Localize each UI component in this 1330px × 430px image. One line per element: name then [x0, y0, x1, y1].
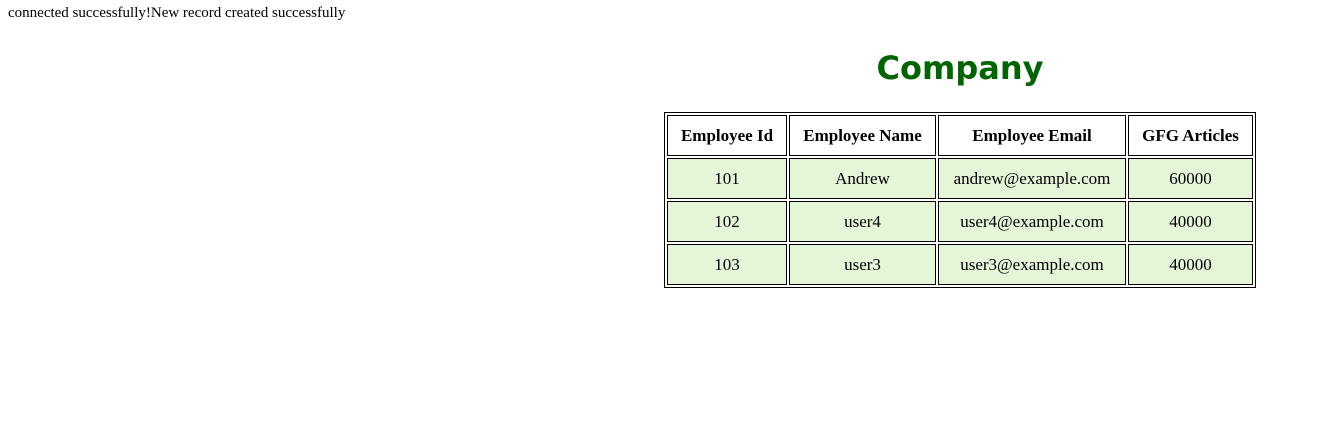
cell-employee-email: user4@example.com: [938, 201, 1126, 242]
table-row: 101 Andrew andrew@example.com 60000: [667, 158, 1253, 199]
page-title: Company: [876, 49, 1044, 87]
cell-employee-email: andrew@example.com: [938, 158, 1126, 199]
header-gfg-articles: GFG Articles: [1128, 115, 1253, 156]
cell-gfg-articles: 60000: [1128, 158, 1253, 199]
header-employee-email: Employee Email: [938, 115, 1126, 156]
status-message: connected successfully!New record create…: [8, 5, 346, 21]
header-employee-id: Employee Id: [667, 115, 787, 156]
employee-table: Employee Id Employee Name Employee Email…: [664, 112, 1256, 288]
cell-employee-name: Andrew: [789, 158, 936, 199]
cell-employee-id: 101: [667, 158, 787, 199]
cell-employee-id: 103: [667, 244, 787, 285]
cell-employee-name: user4: [789, 201, 936, 242]
table-header-row: Employee Id Employee Name Employee Email…: [667, 115, 1253, 156]
cell-employee-id: 102: [667, 201, 787, 242]
cell-employee-email: user3@example.com: [938, 244, 1126, 285]
cell-gfg-articles: 40000: [1128, 201, 1253, 242]
table-row: 103 user3 user3@example.com 40000: [667, 244, 1253, 285]
table-row: 102 user4 user4@example.com 40000: [667, 201, 1253, 242]
cell-gfg-articles: 40000: [1128, 244, 1253, 285]
cell-employee-name: user3: [789, 244, 936, 285]
header-employee-name: Employee Name: [789, 115, 936, 156]
